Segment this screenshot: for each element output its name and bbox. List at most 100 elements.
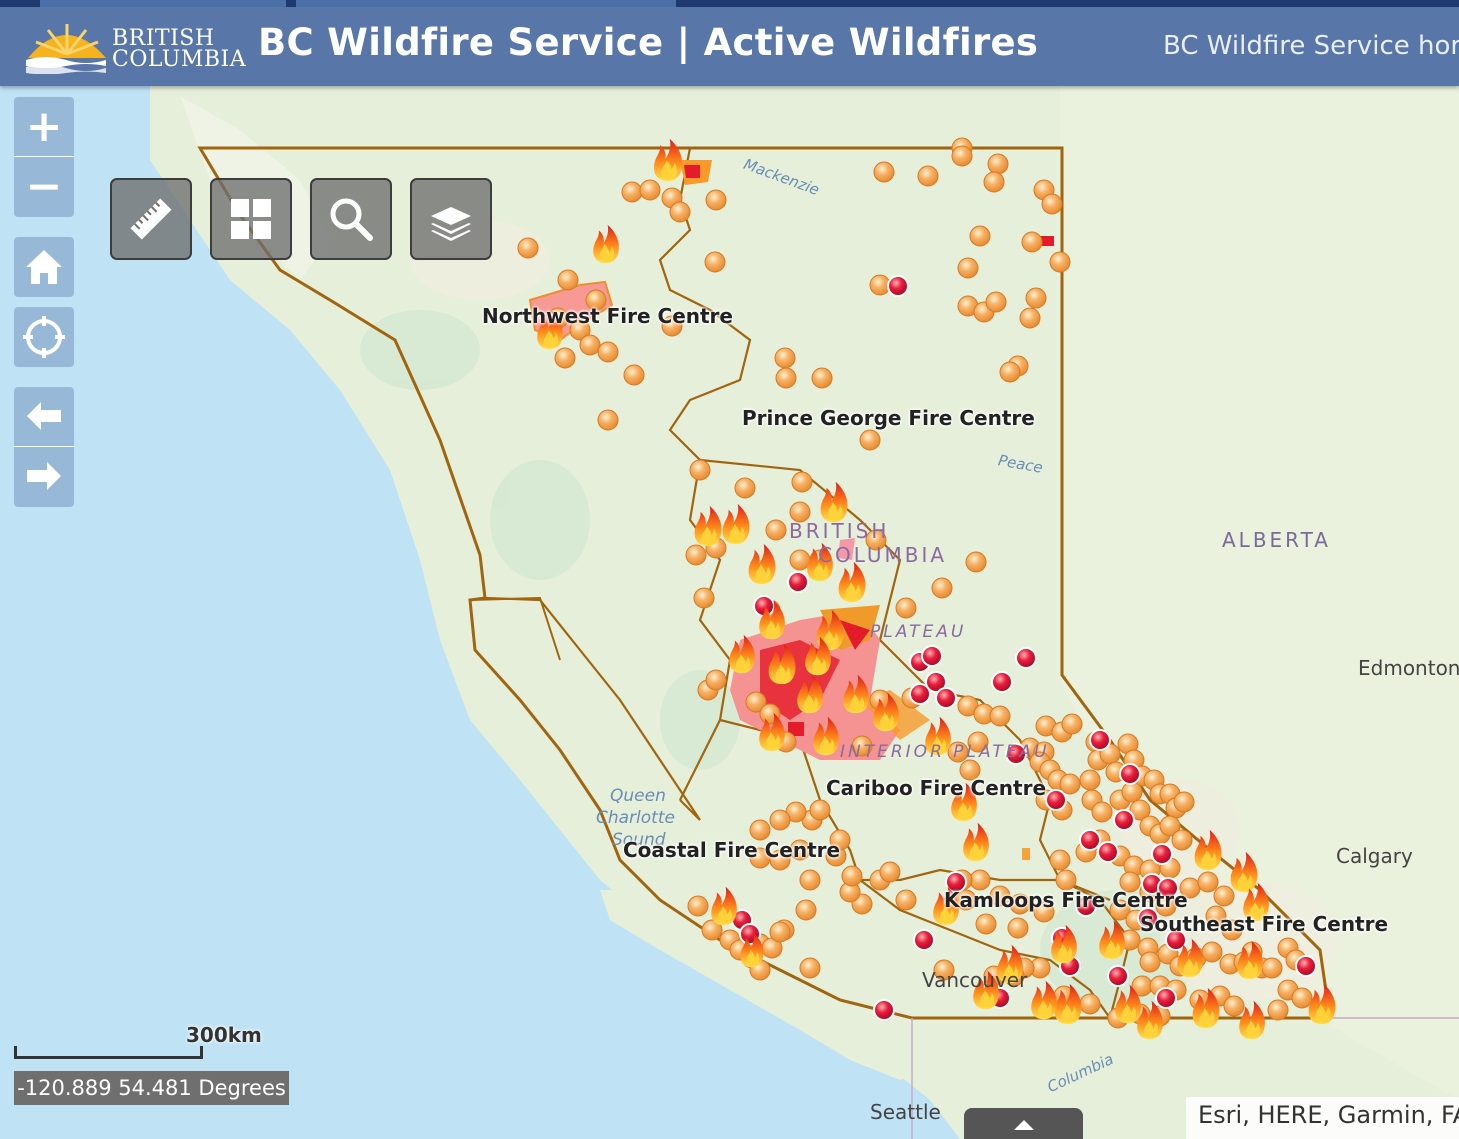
active-fire-dot[interactable] (999, 361, 1021, 383)
wildfire-map[interactable] (0, 0, 1459, 1139)
active-fire-dot[interactable] (1041, 193, 1063, 215)
active-fire-dot[interactable] (873, 161, 895, 183)
active-fire-dot[interactable] (1201, 941, 1223, 963)
active-fire-dot[interactable] (895, 889, 917, 911)
active-fire-dot[interactable] (791, 471, 813, 493)
active-fire-dot[interactable] (869, 274, 891, 296)
new-fire-dot[interactable] (909, 683, 931, 705)
active-fire-dot[interactable] (769, 809, 791, 831)
active-fire-dot[interactable] (859, 429, 881, 451)
active-fire-dot[interactable] (975, 913, 997, 935)
map-attribution[interactable]: Esri, HERE, Garmin, FA (1186, 1097, 1459, 1139)
active-fire-dot[interactable] (809, 799, 831, 821)
active-fire-dot[interactable] (1261, 957, 1283, 979)
active-fire-dot[interactable] (1025, 287, 1047, 309)
active-fire-dot[interactable] (1267, 999, 1289, 1021)
active-fire-dot[interactable] (597, 409, 619, 431)
active-fire-dot[interactable] (1061, 713, 1083, 735)
basemap-gallery-button[interactable] (210, 178, 292, 260)
zoom-in-button[interactable]: + (14, 97, 74, 155)
active-fire-dot[interactable] (917, 165, 939, 187)
active-fire-dot[interactable] (704, 251, 726, 273)
active-fire-dot[interactable] (1121, 781, 1143, 803)
layers-button[interactable] (410, 178, 492, 260)
active-fire-dot[interactable] (811, 367, 833, 389)
measure-button[interactable] (110, 178, 192, 260)
new-fire-dot[interactable] (913, 929, 935, 951)
home-button[interactable] (14, 237, 74, 297)
new-fire-dot[interactable] (1089, 729, 1111, 751)
active-fire-dot[interactable] (774, 347, 796, 369)
active-fire-dot[interactable] (969, 225, 991, 247)
new-fire-dot[interactable] (1113, 809, 1135, 831)
previous-extent-button[interactable] (14, 387, 74, 445)
active-fire-dot[interactable] (693, 587, 715, 609)
active-fire-dot[interactable] (1197, 871, 1219, 893)
new-fire-dot[interactable] (1155, 987, 1177, 1009)
active-fire-dot[interactable] (749, 819, 771, 841)
active-fire-dot[interactable] (989, 705, 1011, 727)
active-fire-dot[interactable] (557, 269, 579, 291)
bcws-home-link[interactable]: BC Wildfire Service hor (1163, 31, 1459, 61)
new-fire-dot[interactable] (1295, 955, 1317, 977)
active-fire-dot[interactable] (621, 181, 643, 203)
active-fire-dot[interactable] (795, 899, 817, 921)
new-fire-dot[interactable] (887, 275, 909, 297)
active-fire-dot[interactable] (705, 669, 727, 691)
active-fire-dot[interactable] (554, 347, 576, 369)
active-fire-dot[interactable] (687, 895, 709, 917)
active-fire-dot[interactable] (769, 921, 791, 943)
active-fire-dot[interactable] (1049, 849, 1071, 871)
active-fire-dot[interactable] (1291, 987, 1313, 1009)
new-fire-dot[interactable] (991, 671, 1013, 693)
new-fire-dot[interactable] (873, 999, 895, 1021)
expand-panel-button[interactable] (964, 1108, 1083, 1139)
active-fire-dot[interactable] (983, 171, 1005, 193)
active-fire-dot[interactable] (799, 957, 821, 979)
active-fire-dot[interactable] (765, 519, 787, 541)
new-fire-dot[interactable] (1015, 647, 1037, 669)
active-fire-dot[interactable] (1049, 251, 1071, 273)
active-fire-dot[interactable] (597, 341, 619, 363)
active-fire-dot[interactable] (1059, 773, 1081, 795)
active-fire-dot[interactable] (957, 257, 979, 279)
active-fire-dot[interactable] (1079, 769, 1101, 791)
new-fire-dot[interactable] (1097, 841, 1119, 863)
active-fire-dot[interactable] (689, 459, 711, 481)
active-fire-dot[interactable] (879, 861, 901, 883)
locate-button[interactable] (14, 307, 74, 367)
active-fire-dot[interactable] (841, 865, 863, 887)
new-fire-dot[interactable] (787, 571, 809, 593)
active-fire-dot[interactable] (1091, 801, 1113, 823)
active-fire-dot[interactable] (987, 153, 1009, 175)
active-fire-dot[interactable] (1213, 885, 1235, 907)
active-fire-dot[interactable] (579, 334, 601, 356)
active-fire-dot[interactable] (1139, 951, 1161, 973)
new-fire-dot[interactable] (1151, 843, 1173, 865)
zoom-out-button[interactable]: − (14, 157, 74, 215)
active-fire-dot[interactable] (1019, 307, 1041, 329)
active-fire-dot[interactable] (951, 145, 973, 167)
active-fire-dot[interactable] (789, 549, 811, 571)
active-fire-dot[interactable] (1223, 995, 1245, 1017)
active-fire-dot[interactable] (734, 477, 756, 499)
active-fire-dot[interactable] (623, 364, 645, 386)
new-fire-dot[interactable] (935, 687, 957, 709)
active-fire-dot[interactable] (799, 869, 821, 891)
new-fire-dot[interactable] (1079, 829, 1101, 851)
active-fire-dot[interactable] (1173, 791, 1195, 813)
new-fire-dot[interactable] (1119, 763, 1141, 785)
active-fire-dot[interactable] (1007, 917, 1029, 939)
active-fire-dot[interactable] (965, 551, 987, 573)
active-fire-dot[interactable] (1055, 869, 1077, 891)
active-fire-dot[interactable] (669, 201, 691, 223)
active-fire-dot[interactable] (1079, 993, 1101, 1015)
new-fire-dot[interactable] (1107, 965, 1129, 987)
active-fire-dot[interactable] (517, 237, 539, 259)
active-fire-dot[interactable] (969, 869, 991, 891)
active-fire-dot[interactable] (705, 189, 727, 211)
active-fire-dot[interactable] (931, 577, 953, 599)
new-fire-dot[interactable] (921, 645, 943, 667)
active-fire-dot[interactable] (775, 367, 797, 389)
new-fire-dot[interactable] (1045, 789, 1067, 811)
